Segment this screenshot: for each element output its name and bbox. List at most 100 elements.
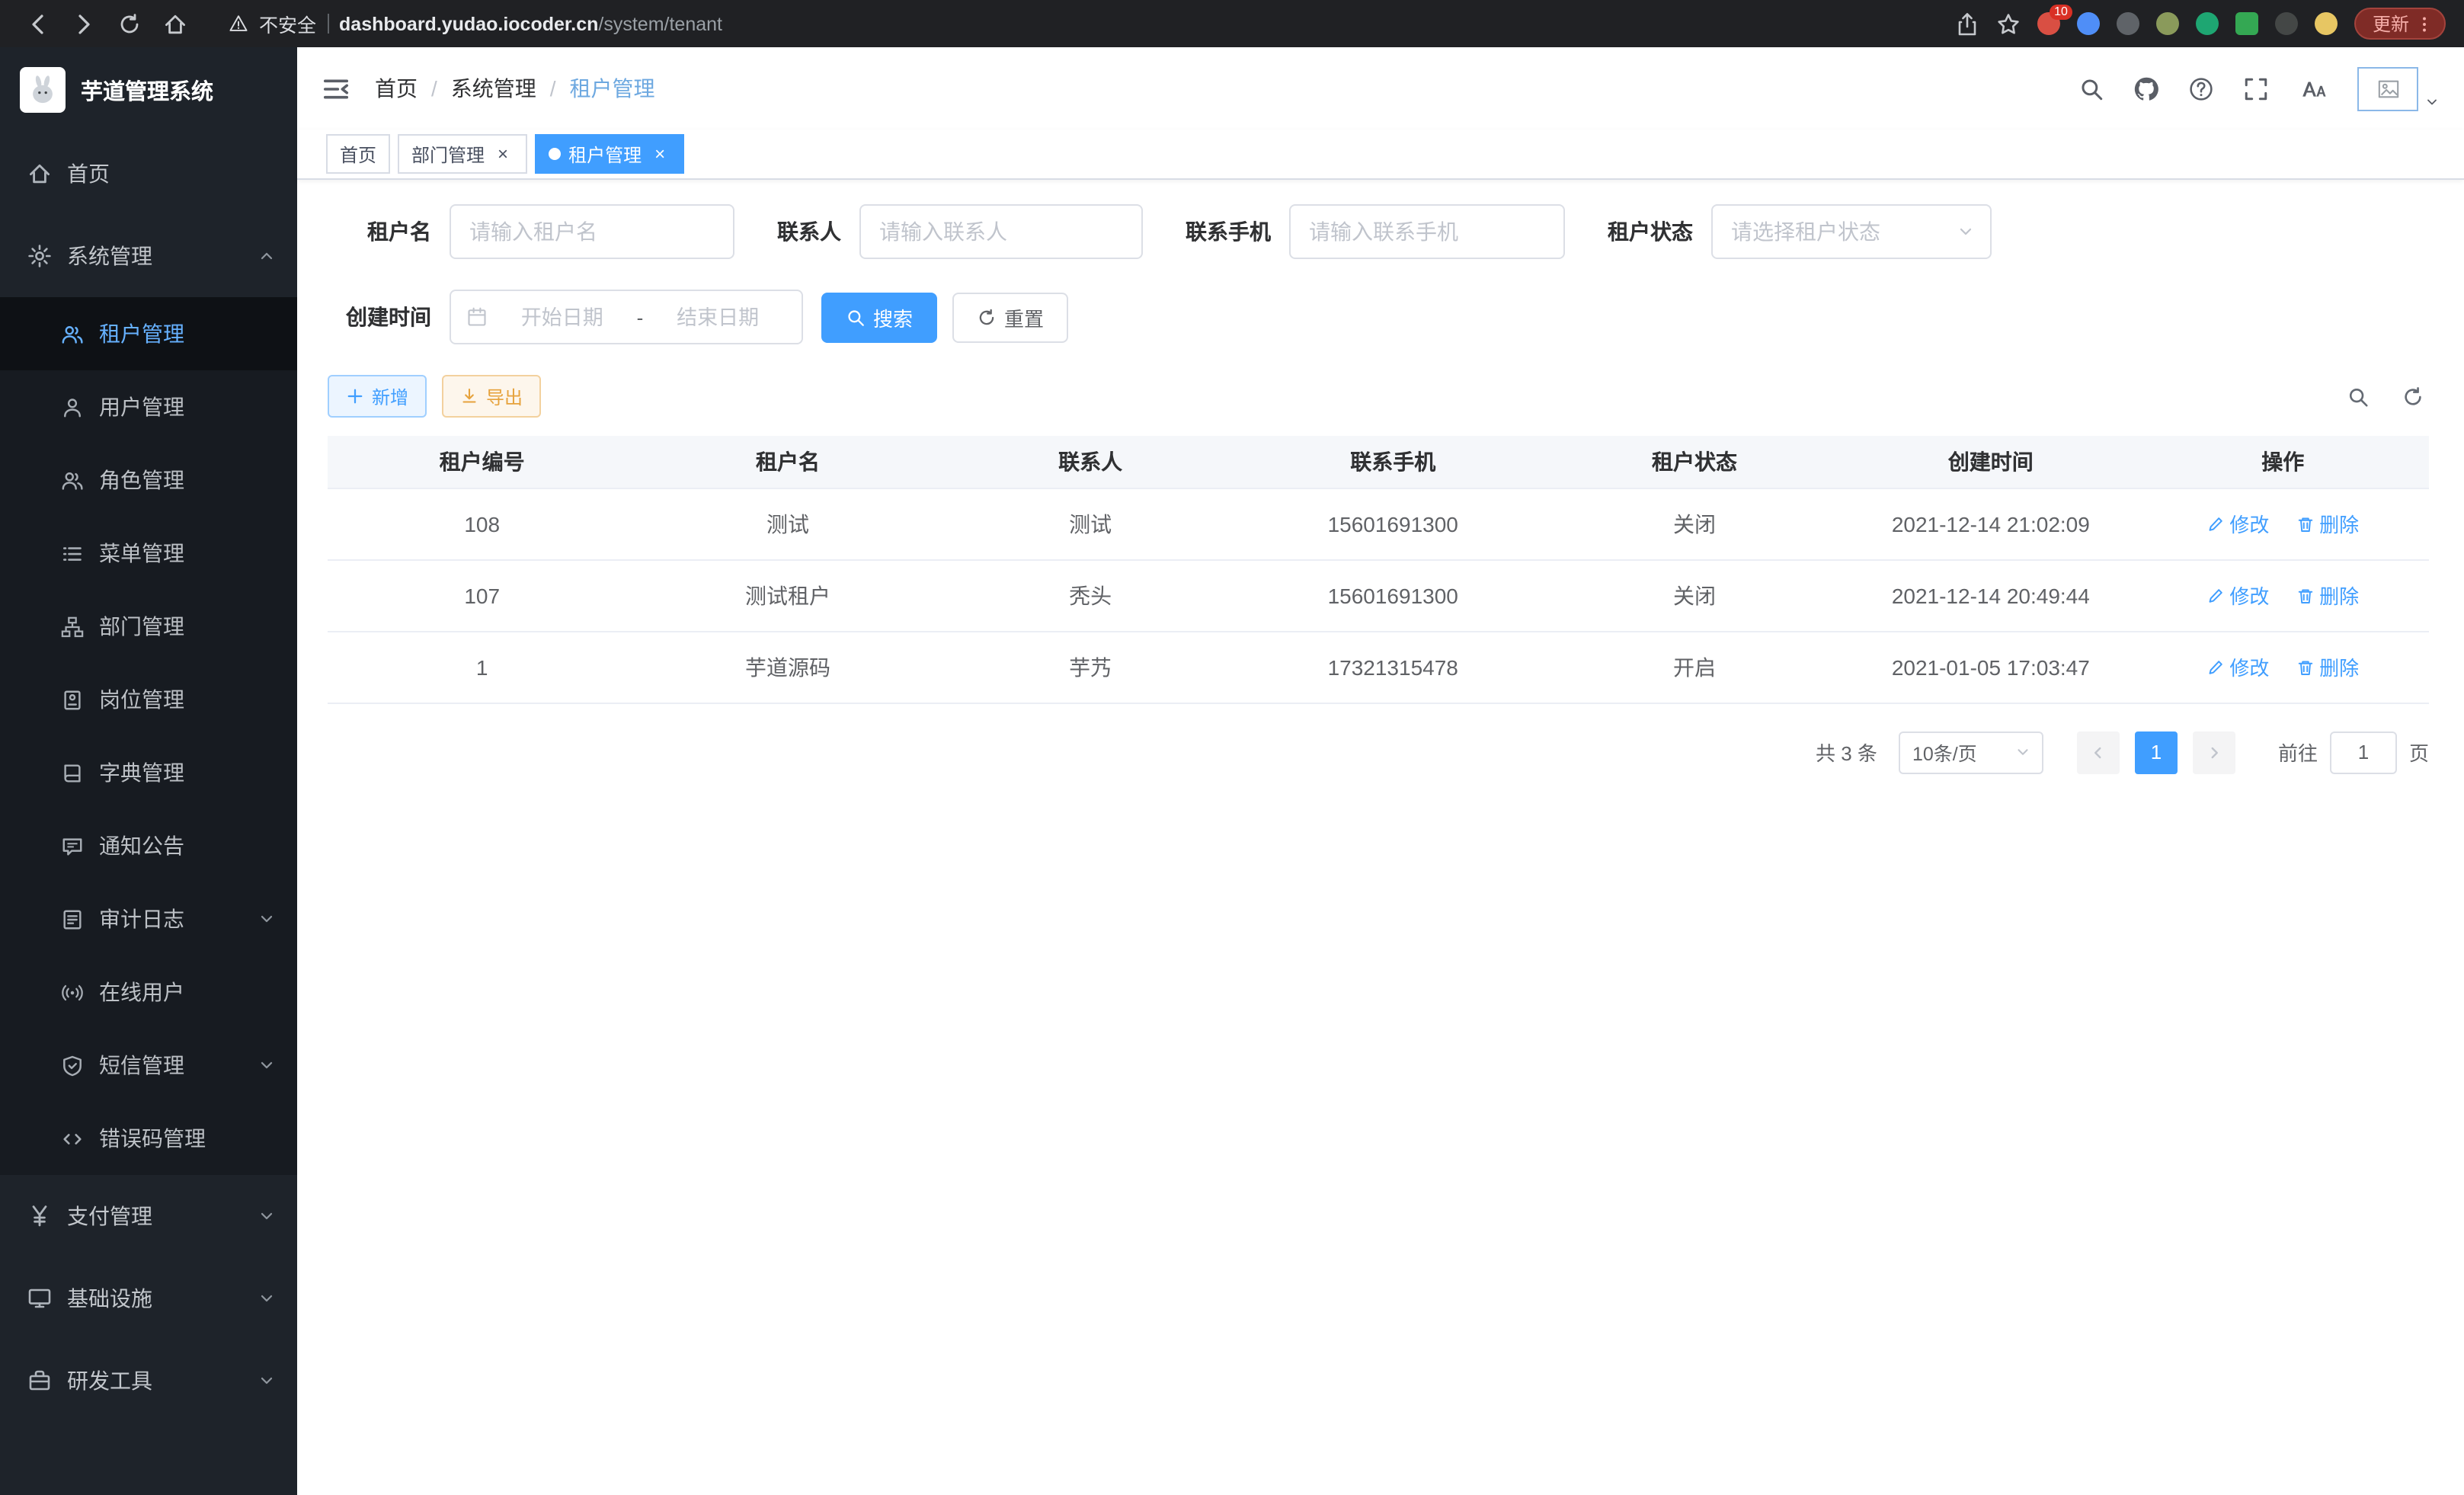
start-date-input[interactable] bbox=[494, 304, 631, 330]
security-label: 不安全 bbox=[259, 9, 316, 38]
extension-icon[interactable]: 10 bbox=[2037, 12, 2060, 35]
export-button[interactable]: 导出 bbox=[442, 375, 541, 418]
contact-input[interactable] bbox=[859, 204, 1143, 259]
sidebar-item-user[interactable]: 用户管理 bbox=[0, 370, 297, 443]
table-row: 107 测试租户 秃头 15601691300 关闭 2021-12-14 20… bbox=[328, 559, 2429, 631]
col-created: 创建时间 bbox=[1845, 436, 2136, 488]
tab-label: 租户管理 bbox=[568, 141, 642, 167]
add-button[interactable]: 新增 bbox=[328, 375, 427, 418]
cell-tenant-id: 107 bbox=[328, 559, 636, 631]
sidebar-item-error-code[interactable]: 错误码管理 bbox=[0, 1102, 297, 1175]
phone-label: 联系手机 bbox=[1186, 216, 1271, 247]
delete-button[interactable]: 删除 bbox=[2296, 581, 2359, 610]
header-search-icon[interactable] bbox=[2078, 75, 2104, 101]
extension-icon[interactable] bbox=[2196, 12, 2219, 35]
sidebar-item-label: 错误码管理 bbox=[99, 1123, 206, 1154]
breadcrumb-home[interactable]: 首页 bbox=[375, 73, 418, 104]
tab-home[interactable]: 首页 bbox=[326, 134, 390, 174]
share-icon[interactable] bbox=[1955, 11, 1979, 36]
edit-icon bbox=[2206, 658, 2225, 676]
calendar-icon bbox=[466, 306, 488, 328]
contact-label: 联系人 bbox=[777, 216, 841, 247]
sidebar-item-post[interactable]: 岗位管理 bbox=[0, 663, 297, 736]
table-tools bbox=[2347, 385, 2429, 408]
close-icon[interactable]: × bbox=[649, 143, 670, 165]
edit-button[interactable]: 修改 bbox=[2206, 652, 2269, 681]
sidebar-item-dept[interactable]: 部门管理 bbox=[0, 590, 297, 663]
sidebar-item-home[interactable]: 首页 bbox=[0, 133, 297, 215]
user-avatar[interactable] bbox=[2357, 66, 2440, 110]
back-icon[interactable] bbox=[26, 11, 50, 36]
book-icon bbox=[61, 761, 84, 784]
extension-icon[interactable] bbox=[2077, 12, 2100, 35]
sidebar-item-dict[interactable]: 字典管理 bbox=[0, 736, 297, 809]
toolbox-icon bbox=[27, 1369, 52, 1393]
tenant-name-input[interactable] bbox=[450, 204, 734, 259]
help-icon[interactable] bbox=[2188, 75, 2214, 101]
pagination: 共 3 条 10条/页 1 前往 页 bbox=[328, 731, 2429, 773]
broken-image-icon bbox=[2376, 77, 2399, 100]
navbar-tools bbox=[2078, 66, 2440, 110]
toggle-search-icon[interactable] bbox=[2347, 385, 2370, 408]
col-actions: 操作 bbox=[2137, 436, 2430, 488]
sidebar-group-devtools[interactable]: 研发工具 bbox=[0, 1340, 297, 1422]
sidebar-group-audit-log[interactable]: 审计日志 bbox=[0, 882, 297, 956]
home-icon[interactable] bbox=[163, 11, 187, 36]
tab-dept[interactable]: 部门管理 × bbox=[398, 134, 527, 174]
collapse-sidebar-icon[interactable] bbox=[322, 74, 350, 103]
browser-menu-icon[interactable] bbox=[2415, 14, 2434, 33]
reload-icon[interactable] bbox=[117, 11, 142, 36]
sidebar-group-system[interactable]: 系统管理 bbox=[0, 215, 297, 297]
delete-button[interactable]: 删除 bbox=[2296, 509, 2359, 538]
sidebar-item-tenant[interactable]: 租户管理 bbox=[0, 297, 297, 370]
bookmark-star-icon[interactable] bbox=[1996, 11, 2021, 36]
cell-created: 2021-12-14 21:02:09 bbox=[1845, 488, 2136, 559]
address-bar[interactable]: 不安全 dashboard.yudao.iocoder.cn/system/te… bbox=[213, 7, 1940, 40]
browser-update-button[interactable]: 更新 bbox=[2354, 8, 2446, 40]
font-size-icon[interactable] bbox=[2298, 75, 2328, 101]
tab-tenant[interactable]: 租户管理 × bbox=[535, 134, 684, 174]
page-size-select[interactable]: 10条/页 bbox=[1899, 731, 2043, 773]
list-icon bbox=[61, 542, 84, 565]
cell-tenant-id: 1 bbox=[328, 631, 636, 703]
sidebar-item-menu[interactable]: 菜单管理 bbox=[0, 517, 297, 590]
sidebar-item-label: 部门管理 bbox=[99, 611, 184, 642]
extension-icon[interactable] bbox=[2117, 12, 2139, 35]
sidebar-item-role[interactable]: 角色管理 bbox=[0, 443, 297, 517]
breadcrumb-system[interactable]: 系统管理 bbox=[451, 73, 536, 104]
date-range-picker[interactable]: - bbox=[450, 290, 803, 344]
sidebar-item-label: 岗位管理 bbox=[99, 684, 184, 715]
forward-icon[interactable] bbox=[72, 11, 96, 36]
sidebar-group-payment[interactable]: 支付管理 bbox=[0, 1175, 297, 1257]
sidebar-item-notice[interactable]: 通知公告 bbox=[0, 809, 297, 882]
reset-button[interactable]: 重置 bbox=[952, 292, 1068, 342]
sidebar-group-infra[interactable]: 基础设施 bbox=[0, 1257, 297, 1340]
github-icon[interactable] bbox=[2133, 75, 2159, 101]
page-unit-label: 页 bbox=[2409, 738, 2429, 767]
delete-button[interactable]: 删除 bbox=[2296, 652, 2359, 681]
phone-input[interactable] bbox=[1289, 204, 1565, 259]
extension-icon[interactable] bbox=[2315, 12, 2338, 35]
edit-button[interactable]: 修改 bbox=[2206, 509, 2269, 538]
extension-icon[interactable] bbox=[2235, 12, 2258, 35]
pagination-total: 共 3 条 bbox=[1816, 738, 1877, 767]
goto-page-input[interactable] bbox=[2330, 731, 2397, 773]
screen: 不安全 dashboard.yudao.iocoder.cn/system/te… bbox=[0, 0, 2464, 1495]
refresh-table-icon[interactable] bbox=[2402, 385, 2424, 408]
sidebar-item-online-user[interactable]: 在线用户 bbox=[0, 956, 297, 1029]
message-icon bbox=[61, 834, 84, 857]
next-page-button[interactable] bbox=[2193, 731, 2235, 773]
status-select[interactable]: 请选择租户状态 bbox=[1711, 204, 1992, 259]
edit-button[interactable]: 修改 bbox=[2206, 581, 2269, 610]
edit-icon bbox=[2206, 586, 2225, 604]
fullscreen-icon[interactable] bbox=[2243, 75, 2269, 101]
page-number-button[interactable]: 1 bbox=[2135, 731, 2178, 773]
end-date-input[interactable] bbox=[649, 304, 786, 330]
sidebar-group-sms[interactable]: 短信管理 bbox=[0, 1029, 297, 1102]
extension-icon[interactable] bbox=[2275, 12, 2298, 35]
cell-status: 关闭 bbox=[1544, 559, 1845, 631]
search-button[interactable]: 搜索 bbox=[821, 292, 937, 342]
extension-icon[interactable] bbox=[2156, 12, 2179, 35]
close-icon[interactable]: × bbox=[492, 143, 514, 165]
prev-page-button[interactable] bbox=[2077, 731, 2120, 773]
